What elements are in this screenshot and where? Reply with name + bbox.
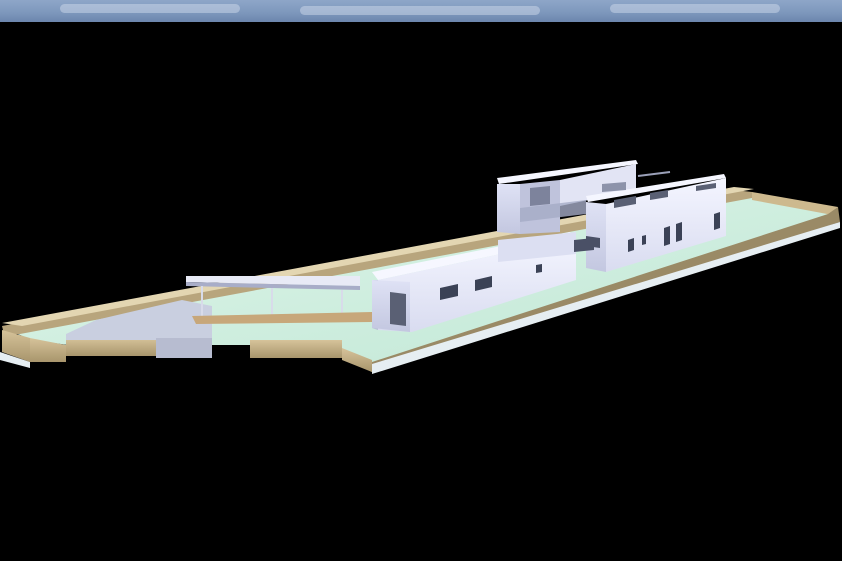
house-render [0,160,840,374]
main-window [714,212,720,230]
main-left-front [497,184,520,234]
front-wall-seg3 [250,340,342,358]
balcony-opening [530,186,550,206]
main-window [664,226,670,246]
annex-window [536,264,542,273]
roof-rail [637,171,671,177]
main-window [642,235,646,245]
lower-wing-window [574,238,594,252]
driveway-edge [156,338,212,358]
front-wall-seg2 [66,338,156,356]
annex-door [390,292,406,326]
render-viewport [0,0,842,561]
main-window [676,222,682,242]
main-window [628,238,634,252]
